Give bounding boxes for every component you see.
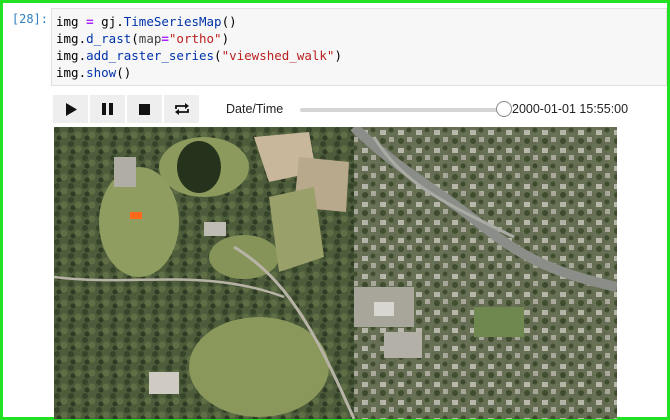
pause-icon (102, 103, 113, 115)
map-view[interactable] (54, 127, 617, 419)
player-controls (53, 95, 201, 125)
loop-button[interactable] (164, 95, 199, 123)
stop-button[interactable] (127, 95, 162, 123)
play-button[interactable] (53, 95, 88, 123)
pause-button[interactable] (90, 95, 125, 123)
notebook-cell: [28]: img = gj.TimeSeriesMap() img.d_ras… (0, 0, 670, 420)
play-icon (65, 102, 77, 116)
code-line-3: img.add_raster_series("viewshed_walk") (56, 48, 342, 63)
time-slider-track[interactable] (300, 108, 504, 112)
stop-icon (139, 103, 150, 115)
code-line-4: img.show() (56, 65, 132, 80)
orthophoto-raster (54, 127, 617, 419)
cell-prompt: [28]: (11, 12, 48, 26)
datetime-label: Date/Time (226, 102, 284, 116)
datetime-value: 2000-01-01 15:55:00 (512, 102, 629, 116)
loop-icon (174, 102, 190, 116)
code-editor[interactable]: img = gj.TimeSeriesMap() img.d_rast(map=… (51, 8, 667, 86)
time-slider-handle[interactable] (496, 101, 512, 117)
code-line-2: img.d_rast(map="ortho") (56, 31, 230, 46)
code-line-1: img = gj.TimeSeriesMap() (56, 14, 237, 29)
